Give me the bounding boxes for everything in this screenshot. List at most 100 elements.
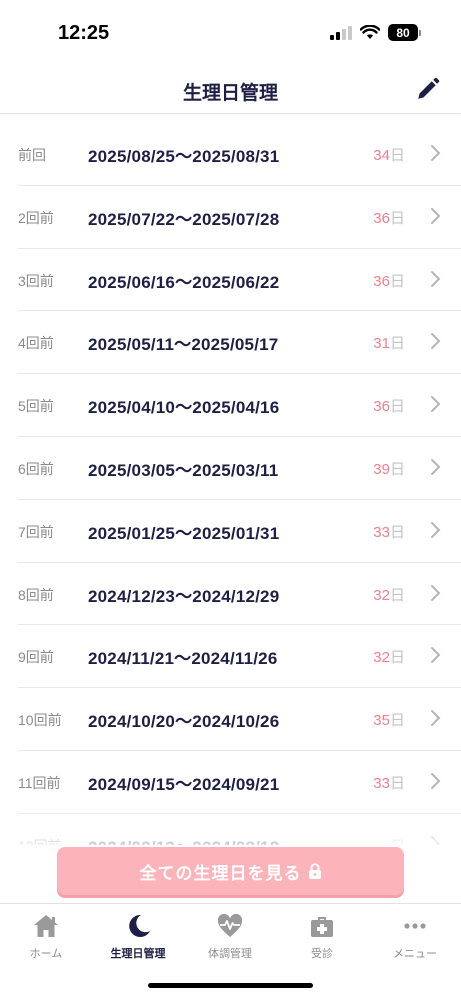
cycle-unit: 日 — [389, 712, 405, 730]
view-all-periods-button[interactable]: 全ての生理日を見る — [57, 847, 404, 895]
cycle-length: 36日 — [373, 207, 405, 228]
period-row[interactable]: 10回前 2024/10/20〜2024/10/26 35日 — [18, 688, 461, 751]
tab-menu[interactable]: メニュー — [369, 912, 461, 966]
cycle-days: 33 — [373, 523, 390, 541]
period-row[interactable]: 12回前 2024/08/13〜2024/08/18 日 — [18, 814, 461, 845]
edit-pencil-icon[interactable] — [415, 76, 441, 102]
chevron-right-icon — [431, 458, 441, 475]
cycle-unit: 日 — [389, 209, 405, 227]
period-row[interactable]: 11回前 2024/09/15〜2024/09/21 33日 — [18, 751, 461, 814]
period-dates: 2025/05/11〜2025/05/17 — [88, 335, 279, 355]
tab-label: メニュー — [393, 948, 437, 960]
view-all-periods-label: 全ての生理日を見る — [139, 863, 302, 883]
cycle-length: 32日 — [373, 584, 405, 605]
period-row[interactable]: 5回前 2025/04/10〜2025/04/16 36日 — [18, 374, 461, 437]
tab-health[interactable]: 体調管理 — [184, 912, 276, 966]
heart-pulse-icon — [217, 913, 243, 937]
period-row[interactable]: 2回前 2025/07/22〜2025/07/28 36日 — [18, 186, 461, 249]
cycle-days: 34 — [373, 147, 390, 164]
page-title: 生理日管理 — [182, 83, 278, 104]
period-row[interactable]: 7回前 2025/01/25〜2025/01/31 33日 — [18, 500, 461, 563]
tab-label: 生理日管理 — [110, 948, 166, 960]
cycle-length: 35日 — [373, 709, 405, 730]
chevron-right-icon — [431, 647, 441, 664]
cycle-length: 34日 — [373, 144, 405, 165]
home-indicator — [148, 983, 313, 988]
status-bar: 12:25 80 — [0, 0, 461, 66]
chevron-right-icon — [431, 710, 441, 727]
period-label: 前回 — [18, 147, 46, 163]
period-label: 3回前 — [18, 272, 54, 289]
period-label: 9回前 — [18, 649, 54, 666]
cycle-length: 32日 — [373, 646, 405, 667]
period-label: 12回前 — [18, 836, 62, 845]
more-icon — [404, 923, 426, 929]
cycle-days: 36 — [373, 272, 390, 290]
period-dates: 2024/09/15〜2024/09/21 — [88, 774, 280, 794]
tab-label: 受診 — [311, 948, 333, 960]
period-label: 7回前 — [18, 523, 54, 540]
period-row[interactable]: 6回前 2025/03/05〜2025/03/11 39日 — [18, 437, 461, 500]
chevron-right-icon — [431, 772, 441, 789]
period-label: 8回前 — [18, 586, 54, 603]
period-dates: 2025/08/25〜2025/08/31 — [88, 147, 280, 166]
cycle-days: 39 — [373, 460, 390, 478]
chevron-right-icon — [431, 584, 441, 601]
period-row[interactable]: 3回前 2025/06/16〜2025/06/22 36日 — [18, 249, 461, 312]
cycle-length: 36日 — [373, 395, 405, 416]
period-row[interactable]: 8回前 2024/12/23〜2024/12/29 32日 — [18, 563, 461, 626]
chevron-right-icon — [431, 521, 441, 538]
period-label: 6回前 — [18, 460, 54, 477]
chevron-right-icon — [431, 207, 441, 224]
cycle-unit: 日 — [389, 398, 405, 416]
period-dates: 2024/08/13〜2024/08/18 — [88, 833, 279, 845]
cycle-unit: 日 — [389, 586, 405, 604]
period-dates: 2024/10/20〜2024/10/26 — [88, 712, 280, 732]
period-label: 2回前 — [18, 209, 54, 226]
cycle-days: 32 — [373, 649, 390, 667]
cycle-unit: 日 — [389, 460, 405, 478]
period-label: 4回前 — [18, 335, 54, 352]
home-icon — [34, 915, 58, 937]
lock-icon — [308, 862, 321, 879]
period-row[interactable]: 前回 2025/08/25〜2025/08/31 34日 — [18, 123, 461, 186]
chevron-right-icon — [431, 835, 441, 845]
tab-label: 体調管理 — [208, 948, 252, 960]
chevron-right-icon — [431, 333, 441, 350]
cycle-days: 35 — [373, 712, 390, 730]
chevron-right-icon — [431, 145, 441, 161]
tab-period-management[interactable]: 生理日管理 — [92, 912, 184, 966]
cycle-length: 33日 — [373, 521, 405, 542]
cycle-days: 36 — [373, 209, 390, 227]
cycle-unit: 日 — [389, 272, 405, 290]
cycle-unit: 日 — [389, 147, 405, 164]
battery-icon: 80 — [388, 24, 421, 41]
period-label: 10回前 — [18, 712, 62, 729]
chevron-right-icon — [431, 270, 441, 287]
tab-home[interactable]: ホーム — [0, 912, 92, 966]
cycle-length: 33日 — [373, 772, 405, 793]
cycle-length: 39日 — [373, 458, 405, 479]
cycle-days: 36 — [373, 398, 390, 416]
tab-consultation[interactable]: 受診 — [276, 912, 368, 966]
period-dates: 2024/11/21〜2024/11/26 — [88, 649, 278, 669]
period-dates: 2025/03/05〜2025/03/11 — [88, 460, 279, 480]
chevron-right-icon — [431, 396, 441, 413]
period-dates: 2024/12/23〜2024/12/29 — [88, 586, 280, 606]
cycle-unit: 日 — [389, 649, 405, 667]
period-list[interactable]: 前回 2025/08/25〜2025/08/31 34日 2回前 2025/07… — [0, 123, 461, 845]
cycle-length: 日 — [390, 835, 405, 845]
period-dates: 2025/01/25〜2025/01/31 — [88, 523, 280, 543]
cycle-length: 31日 — [373, 332, 405, 353]
cycle-unit: 日 — [389, 335, 405, 353]
period-dates: 2025/04/10〜2025/04/16 — [88, 398, 280, 418]
period-row[interactable]: 9回前 2024/11/21〜2024/11/26 32日 — [18, 625, 461, 689]
period-label: 5回前 — [18, 398, 54, 415]
cycle-length: 36日 — [373, 270, 405, 291]
cycle-unit: 日 — [389, 523, 405, 541]
period-dates: 2025/07/22〜2025/07/28 — [88, 209, 280, 229]
cycle-unit: 日 — [389, 774, 405, 792]
status-time: 12:25 — [58, 22, 110, 44]
period-label: 11回前 — [18, 774, 61, 791]
period-row[interactable]: 4回前 2025/05/11〜2025/05/17 31日 — [18, 311, 461, 375]
